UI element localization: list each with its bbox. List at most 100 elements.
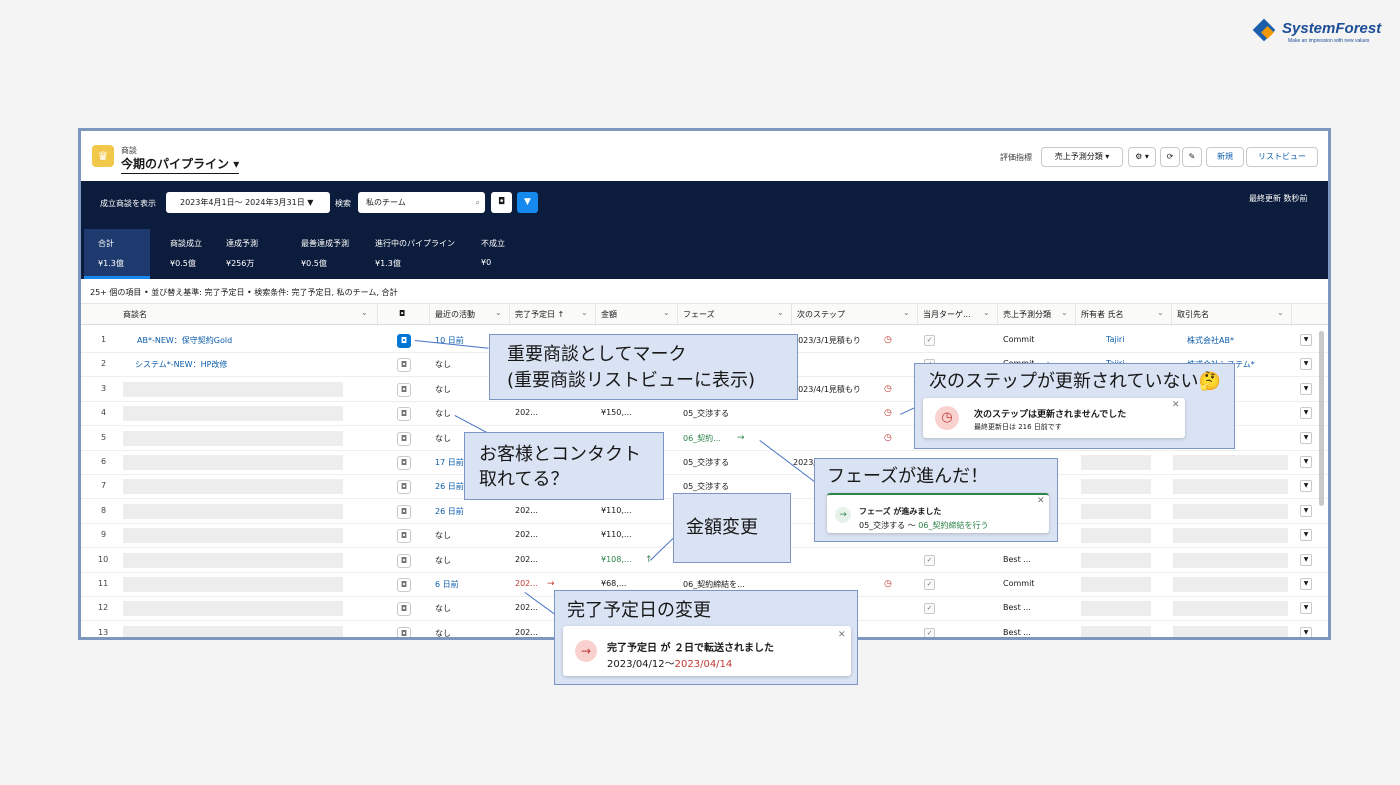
chevron-down-icon[interactable]: ⌄ xyxy=(361,308,368,317)
col-owner[interactable]: 所有者 氏名 xyxy=(1081,309,1124,320)
important-flag-icon[interactable]: ◘ xyxy=(397,602,411,617)
chevron-down-icon[interactable]: ⌄ xyxy=(903,308,910,317)
arrow-right-icon: → xyxy=(835,507,851,523)
toast-next-step: ◷ 次のステップは更新されませんでした 最終更新日は 216 日前です ✕ xyxy=(923,398,1185,438)
owner-link[interactable]: Tajiri xyxy=(1106,335,1124,344)
list-view-button[interactable]: リストビュー xyxy=(1246,147,1318,167)
important-flag-icon[interactable]: ◘ xyxy=(397,578,411,592)
redacted-account xyxy=(1173,479,1288,495)
row-action-chevron-down-icon[interactable]: ▼ xyxy=(1300,529,1312,542)
tab-open-pipeline[interactable]: 進行中のパイプライン ¥1.3億 xyxy=(361,229,471,279)
edit-icon[interactable]: ✎ xyxy=(1182,147,1202,167)
gear-icon[interactable]: ⚙ ▾ xyxy=(1128,147,1156,167)
last-activity[interactable]: 26 日前 xyxy=(435,481,464,492)
row-action-chevron-down-icon[interactable]: ▼ xyxy=(1300,334,1312,346)
checkbox[interactable]: ✓ xyxy=(924,579,935,590)
chevron-down-icon[interactable]: ▾ xyxy=(233,157,239,171)
row-action-chevron-down-icon[interactable]: ▼ xyxy=(1300,504,1312,517)
tab-total[interactable]: 合計 ¥1.3億 xyxy=(84,229,150,279)
col-amount[interactable]: 金額 xyxy=(601,309,617,320)
chevron-down-icon[interactable]: ⌄ xyxy=(663,308,670,317)
last-activity[interactable]: 17 日前 xyxy=(435,457,464,468)
new-button[interactable]: 新規 xyxy=(1206,147,1244,167)
tab-closed-lost[interactable]: 不成立 ¥0 xyxy=(467,229,533,279)
table-scrollbar[interactable] xyxy=(1319,331,1324,506)
metric-select[interactable]: 売上予測分類 ▾ xyxy=(1041,147,1123,167)
tab-commit[interactable]: 達成予測 ¥256万 xyxy=(212,229,278,279)
chevron-down-icon[interactable]: ⌄ xyxy=(1277,308,1284,317)
opportunity-link[interactable]: システム*-NEW：HP改修 xyxy=(135,359,227,370)
important-flag-icon[interactable]: ◘ xyxy=(397,626,411,637)
col-forecast-category[interactable]: 売上予測分類 xyxy=(1003,309,1051,320)
search-input[interactable]: 私のチーム ⌕ xyxy=(358,192,485,213)
row-action-chevron-down-icon[interactable]: ▼ xyxy=(1300,358,1312,371)
amount: ¥110,... xyxy=(601,505,632,515)
chevron-down-icon[interactable]: ⌄ xyxy=(495,308,502,317)
important-flag-icon[interactable]: ◘ xyxy=(397,382,411,397)
close-date: 202... xyxy=(515,554,538,564)
chevron-down-icon[interactable]: ⌄ xyxy=(1061,308,1068,317)
checkbox[interactable]: ✓ xyxy=(924,627,935,637)
important-flag-icon[interactable]: ◘ xyxy=(397,529,411,544)
important-flag-icon[interactable]: ◘ xyxy=(397,407,411,422)
col-account[interactable]: 取引先名 xyxy=(1177,309,1209,320)
clock-icon: ◷ xyxy=(884,383,892,394)
col-monthly-target[interactable]: 当月ターゲ... xyxy=(923,309,971,320)
close-icon[interactable]: ✕ xyxy=(1037,496,1045,506)
redacted-owner xyxy=(1081,625,1151,637)
list-header: ♛ 商談 今期のパイプライン ▾ 評価指標 売上予測分類 ▾ ⚙ ▾ ⟳ ✎ 新… xyxy=(81,131,1328,181)
last-activity[interactable]: 26 日前 xyxy=(435,506,464,517)
row-action-chevron-down-icon[interactable]: ▼ xyxy=(1300,602,1312,615)
list-view-title[interactable]: 今期のパイプライン ▾ xyxy=(121,155,240,174)
account-link[interactable]: 株式会社AB* xyxy=(1187,335,1234,346)
date-range-select[interactable]: 2023年4月1日～ 2024年3月31日 ▼ xyxy=(166,192,330,213)
opportunity-link[interactable]: AB*-NEW：保守契約Gold xyxy=(137,335,232,346)
chevron-down-icon[interactable]: ⌄ xyxy=(1157,308,1164,317)
chevron-down-icon[interactable]: ⌄ xyxy=(581,308,588,317)
col-opportunity-name[interactable]: 商談名 xyxy=(123,309,147,320)
checkbox[interactable]: ✓ xyxy=(924,335,935,346)
row-action-chevron-down-icon[interactable]: ▼ xyxy=(1300,382,1312,395)
col-close-date[interactable]: 完了予定日 ↑ xyxy=(515,309,564,320)
important-flag-icon[interactable]: ◘ xyxy=(397,358,411,373)
last-activity[interactable]: 6 日前 xyxy=(435,579,459,590)
important-flag-icon[interactable]: ◘ xyxy=(397,480,411,495)
row-action-chevron-down-icon[interactable]: ▼ xyxy=(1300,407,1312,420)
row-action-chevron-down-icon[interactable]: ▼ xyxy=(1300,578,1312,590)
col-next-step[interactable]: 次のステップ xyxy=(797,309,845,320)
important-flag-icon[interactable]: ◘ xyxy=(397,456,411,470)
checkbox[interactable]: ✓ xyxy=(924,554,935,566)
important-flag-icon[interactable]: ◘ xyxy=(397,334,411,348)
bookmark-filter-icon[interactable]: ◘ xyxy=(491,192,512,213)
crown-icon: ♛ xyxy=(92,145,114,167)
table-row[interactable]: 6◘17 日前05_交渉する2023/11/3見積▼ xyxy=(81,451,1328,475)
close-icon[interactable]: ✕ xyxy=(1172,400,1180,410)
close-icon[interactable]: ✕ xyxy=(838,630,846,640)
bookmark-column-icon: ◘ xyxy=(399,309,406,318)
tab-best-case[interactable]: 最善達成予測 ¥0.5億 xyxy=(287,229,353,279)
row-action-chevron-down-icon[interactable]: ▼ xyxy=(1300,553,1312,566)
col-last-activity[interactable]: 最近の活動 xyxy=(435,309,475,320)
stage: 06_契約締結を... xyxy=(683,580,745,589)
col-stage[interactable]: フェーズ xyxy=(683,309,715,320)
filter-icon[interactable]: ▼ xyxy=(517,192,538,213)
row-number: 1 xyxy=(101,335,107,344)
important-flag-icon[interactable]: ◘ xyxy=(397,504,411,519)
row-action-chevron-down-icon[interactable]: ▼ xyxy=(1300,626,1312,637)
row-action-chevron-down-icon[interactable]: ▼ xyxy=(1300,431,1312,444)
toast-phase: → フェーズ が進みました 05_交渉する ～ 06_契約締結を行う ✕ xyxy=(827,493,1049,533)
important-flag-icon[interactable]: ◘ xyxy=(397,431,411,446)
row-action-chevron-down-icon[interactable]: ▼ xyxy=(1300,480,1312,493)
last-activity: なし xyxy=(435,628,451,638)
checkbox[interactable]: ✓ xyxy=(924,603,935,615)
refresh-icon[interactable]: ⟳ xyxy=(1160,147,1180,167)
important-flag-icon[interactable]: ◘ xyxy=(397,553,411,568)
chevron-down-icon[interactable]: ⌄ xyxy=(777,308,784,317)
stage: 05_交渉する xyxy=(683,482,730,492)
toast-sub: 2023/04/12～2023/04/14 xyxy=(607,659,733,670)
metric-label: 評価指標 xyxy=(1000,153,1032,162)
chevron-down-icon[interactable]: ⌄ xyxy=(983,308,990,317)
callout-contact: お客様とコンタクト 取れてる？ xyxy=(464,432,664,500)
row-action-chevron-down-icon[interactable]: ▼ xyxy=(1300,456,1312,468)
forecast-category: Best ... xyxy=(1003,627,1031,637)
